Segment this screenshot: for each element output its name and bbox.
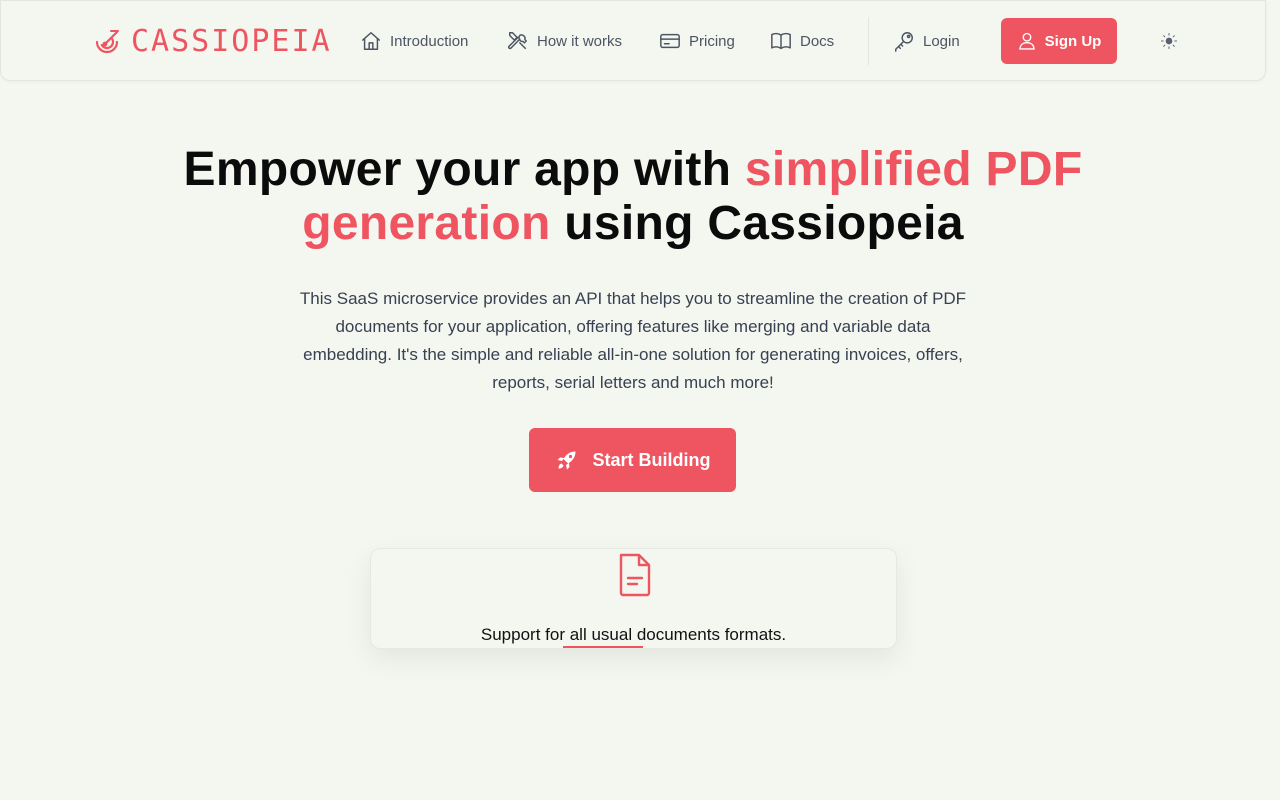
sun-icon (1161, 33, 1177, 49)
nav-pricing-label: Pricing (689, 32, 735, 50)
logo-mark-icon (95, 30, 119, 54)
theme-toggle[interactable] (1158, 30, 1180, 52)
start-building-label: Start Building (592, 449, 711, 470)
hero-title-part2: using Cassiopeia (550, 197, 964, 250)
signup-label: Sign Up (1044, 32, 1102, 50)
book-icon (771, 32, 791, 50)
top-navbar: CASSIOPEIA Introduction How it works Pri… (0, 0, 1266, 81)
brand-logo[interactable]: CASSIOPEIA (93, 27, 332, 57)
feature-text: Support for all usual documents formats. (480, 625, 787, 644)
nav-how-it-works[interactable]: How it works (507, 29, 622, 53)
brand-name: CASSIOPEIA (131, 24, 332, 59)
credit-card-icon (660, 33, 680, 49)
nav-divider (868, 17, 869, 65)
hero-title: Empower your app with simplified PDF gen… (140, 143, 1126, 251)
nav-introduction[interactable]: Introduction (360, 29, 468, 53)
home-icon (362, 32, 380, 50)
nav-introduction-label: Introduction (390, 32, 469, 50)
nav-docs-label: Docs (800, 32, 835, 50)
signup-button[interactable]: Sign Up (1001, 18, 1117, 64)
login-label: Login (923, 32, 960, 50)
nav-docs[interactable]: Docs (770, 29, 834, 53)
hero-title-part1: Empower your app with (183, 143, 745, 196)
tools-icon (507, 32, 527, 50)
key-icon (895, 32, 913, 52)
start-building-button[interactable]: Start Building (529, 428, 736, 492)
feature-underline (563, 646, 643, 648)
login-link[interactable]: Login (893, 29, 960, 53)
feature-card: Support for all usual documents formats. (370, 548, 897, 649)
nav-pricing[interactable]: Pricing (659, 29, 735, 53)
hero-description: This SaaS microservice provides an API t… (299, 289, 967, 392)
user-icon (1018, 32, 1035, 50)
nav-how-it-works-label: How it works (537, 32, 623, 50)
document-icon (619, 553, 651, 597)
rocket-icon (557, 451, 575, 470)
